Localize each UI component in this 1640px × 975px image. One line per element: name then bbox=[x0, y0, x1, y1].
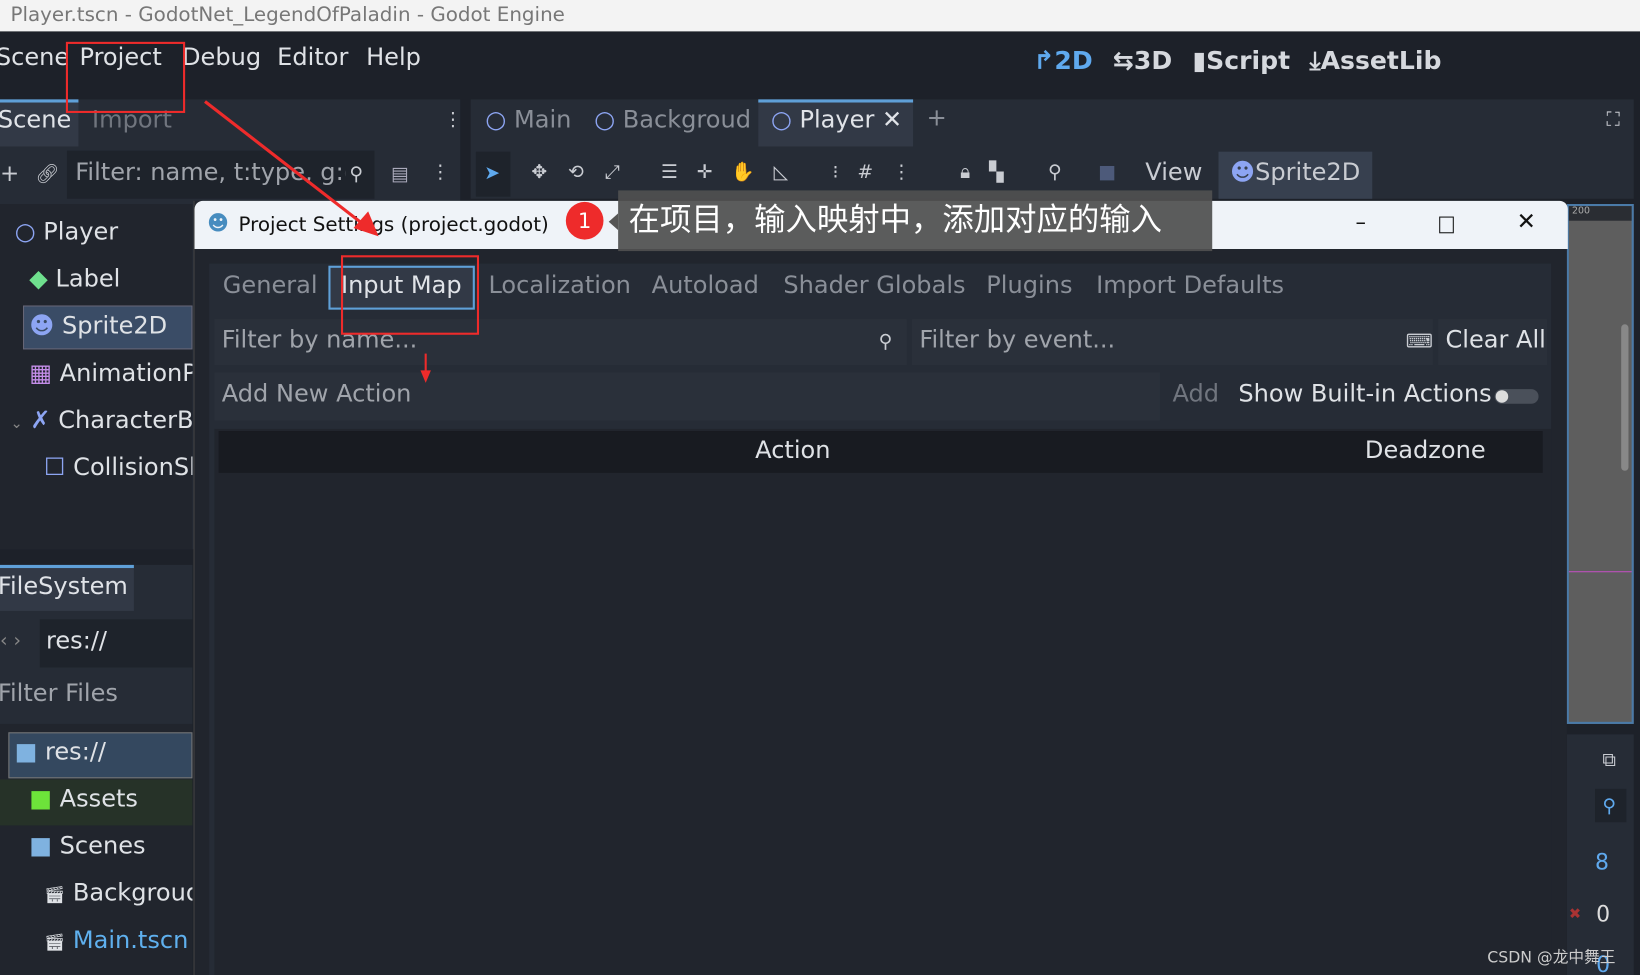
watermark: CSDN @龙中舞王 bbox=[1487, 947, 1616, 967]
callout-pointer bbox=[608, 213, 619, 231]
arrow-line bbox=[204, 100, 370, 230]
arrow-head bbox=[353, 211, 379, 237]
annotation-arrows bbox=[204, 100, 431, 383]
annotation-number-badge: 1 bbox=[565, 201, 604, 240]
annotation-callout: 在项目，输入映射中，添加对应的输入 bbox=[618, 190, 1213, 252]
arrow-head-small bbox=[420, 370, 431, 383]
